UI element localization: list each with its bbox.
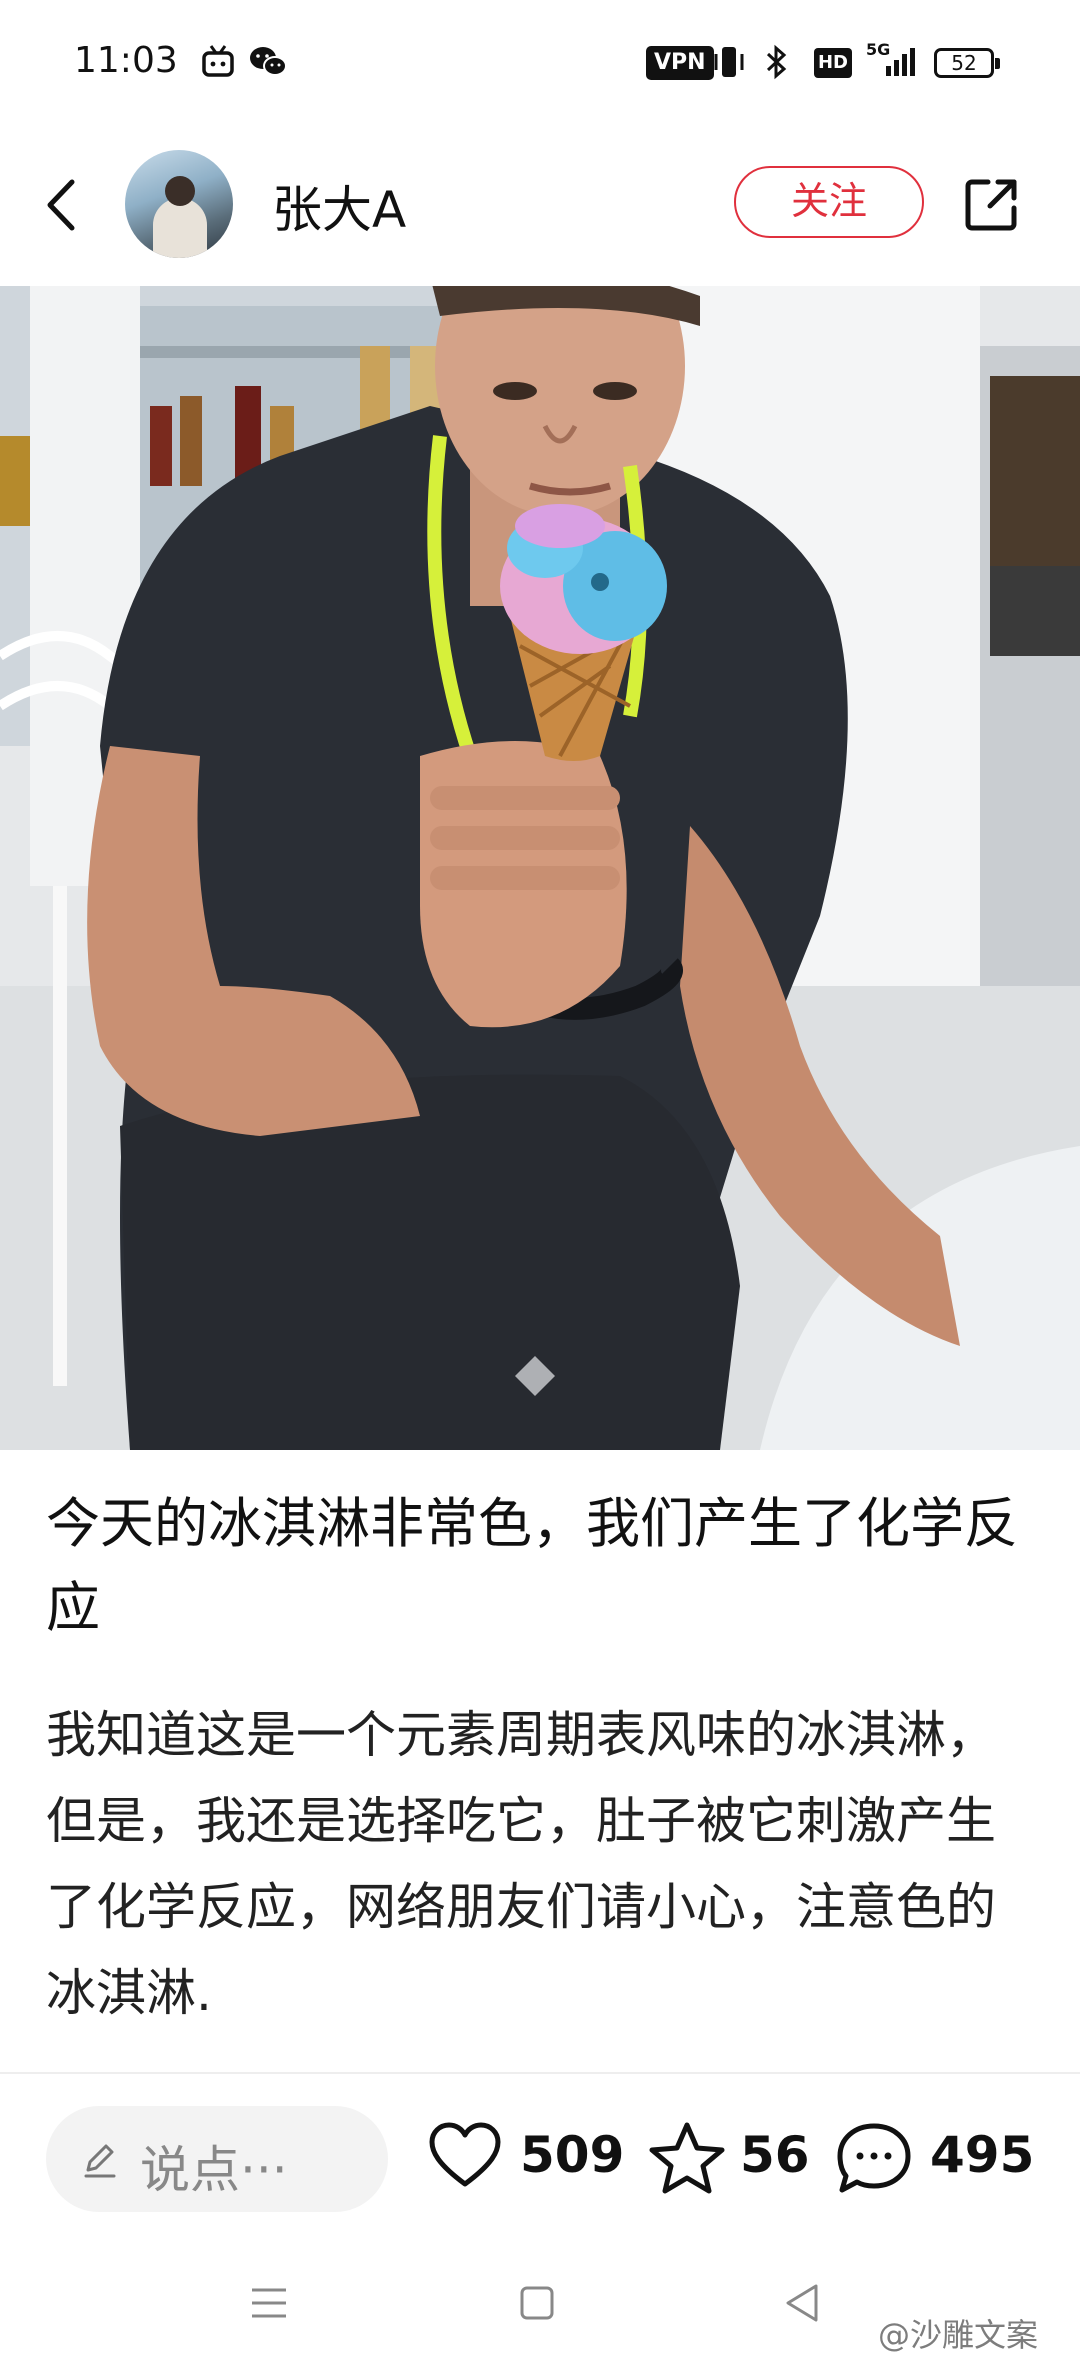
comment-bubble-icon [837,2123,911,2193]
avatar[interactable] [125,150,233,258]
star-icon [649,2122,725,2194]
status-bar: 11:03 VPN HD 5G 52 [0,0,1080,130]
favorite-count: 56 [740,2126,810,2184]
back-nav-button[interactable] [778,2278,828,2328]
comment-input[interactable]: 说点··· [46,2106,388,2212]
hd-badge: HD [814,48,852,78]
home-nav-button[interactable] [512,2278,562,2328]
like-button[interactable]: 509 [426,2114,626,2204]
comment-count: 495 [930,2126,1035,2184]
back-button[interactable] [36,170,96,240]
wechat-icon [250,47,287,76]
username[interactable]: 张大A [272,170,406,242]
comment-button[interactable]: 495 [834,2114,1034,2204]
comment-placeholder: 说点··· [140,2141,288,2199]
follow-button[interactable]: 关注 [734,166,924,238]
screen: 11:03 VPN HD 5G 52 张大A 关注 今天的冰淇淋非常色，我们产生… [0,0,1080,2376]
battery-indicator: 52 [934,48,1000,78]
post-photo[interactable] [0,286,1080,1450]
heart-icon [429,2122,501,2187]
favorite-button[interactable]: 56 [648,2114,818,2204]
vibrate-icon [714,47,744,77]
watermark: @沙雕文案 [878,2316,1039,2354]
share-icon[interactable] [960,172,1024,236]
tv-app-icon [202,45,234,77]
post-header: 张大A 关注 [0,140,1080,270]
pencil-icon [84,2144,116,2178]
status-time: 11:03 [74,40,178,81]
bluetooth-icon [766,44,787,80]
divider [0,2072,1080,2074]
post-body: 我知道这是一个元素周期表风味的冰淇淋，但是，我还是选择吃它，肚子被它刺激产生了化… [46,1706,996,2022]
signal-icon [886,48,915,76]
vpn-badge: VPN [646,46,714,80]
ice-cream-photo [0,286,1080,1450]
like-count: 509 [520,2126,625,2184]
post-title: 今天的冰淇淋非常色，我们产生了化学反应 [46,1492,1018,1639]
menu-nav-button[interactable] [244,2278,294,2328]
